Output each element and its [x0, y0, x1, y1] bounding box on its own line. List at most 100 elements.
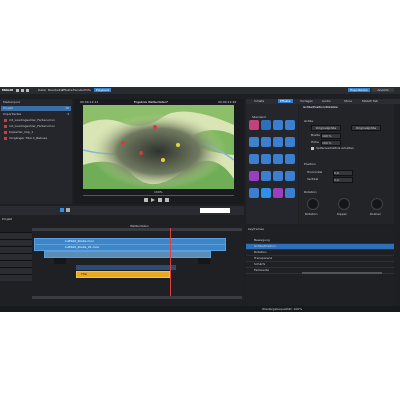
stop-icon[interactable]	[158, 198, 162, 202]
pan-tile[interactable]	[249, 137, 259, 147]
black-clip-1[interactable]	[54, 258, 66, 264]
zoom-level: 100%	[154, 190, 163, 194]
brightness-tile[interactable]	[273, 120, 283, 130]
keyframe-row-label: Bewegung	[254, 238, 270, 242]
effects-panel: Inhalte Effekte Vorlagen Audio Store MAG…	[246, 99, 400, 224]
speed-tile[interactable]	[273, 137, 283, 147]
map-marker	[176, 143, 180, 147]
media-item-imported[interactable]: Importiertes 4	[1, 112, 71, 117]
tab-templates[interactable]: Vorlagen	[300, 99, 313, 103]
title-track-clip[interactable]	[76, 265, 176, 270]
magic-tile[interactable]	[273, 188, 283, 198]
timeline-track[interactable]	[0, 232, 32, 239]
mirror-tile[interactable]	[273, 171, 283, 181]
menu-item-playback[interactable]: Playback	[94, 88, 112, 92]
horizontal-field[interactable]: 0,0	[333, 170, 353, 176]
media-item-clip-2[interactable]: rot_Loadingsuhler_Farben.mov	[1, 124, 71, 129]
aspect-checkbox[interactable]	[311, 147, 314, 150]
tab-magix[interactable]: MAGIX Tab	[362, 99, 378, 103]
export-button[interactable]: Exportieren	[348, 88, 370, 92]
timeline-track[interactable]	[0, 253, 32, 260]
tab-contents[interactable]: Inhalte	[254, 99, 264, 103]
save-icon[interactable]	[26, 89, 29, 92]
map-marker	[161, 158, 165, 162]
map-video-frame	[83, 105, 234, 189]
section-position: Position	[304, 162, 316, 166]
timeline-track[interactable]	[0, 239, 32, 246]
new-file-icon[interactable]	[16, 89, 19, 92]
color-tile[interactable]	[261, 120, 271, 130]
paint-tile[interactable]	[249, 171, 259, 181]
video-clip-2[interactable]: Luftbild_Route_01.mov	[34, 244, 226, 251]
width-field[interactable]: 100 %	[321, 133, 341, 139]
app-logo: MAGIX	[2, 88, 14, 92]
media-item-clip-4[interactable]: Vorgänger Titel 4_Bebuss	[1, 136, 71, 141]
extra-tile[interactable]	[285, 188, 295, 198]
prev-frame-icon[interactable]	[144, 198, 148, 202]
vertical-field[interactable]: 0,0	[333, 177, 353, 183]
keyframe-scrollbar[interactable]	[302, 272, 382, 274]
select-tool-icon[interactable]	[60, 208, 64, 212]
time-tile[interactable]	[261, 154, 271, 164]
width-label: Breite	[311, 133, 320, 137]
mask-tile[interactable]	[285, 137, 295, 147]
transition-tile[interactable]	[249, 188, 259, 198]
keyframe-row-label: Rotation	[254, 250, 267, 254]
preview-scrubber[interactable]	[83, 195, 234, 196]
black-clip-2[interactable]	[198, 258, 210, 264]
original-size-button-1[interactable]: Originalgröße	[311, 125, 341, 131]
playback-quality: Wiedergabequalität: 100%	[262, 307, 303, 311]
menu-item-file[interactable]: Datei	[38, 88, 46, 92]
keyframes-header: Keyframes	[248, 227, 264, 231]
preview-title: Ergebnis Wetterdaten*	[134, 100, 169, 104]
timeline-track[interactable]	[0, 274, 32, 281]
rotation-dial[interactable]	[307, 198, 319, 210]
frame-tile[interactable]	[261, 171, 271, 181]
tilt-dial[interactable]	[338, 198, 350, 210]
menu-item-effects[interactable]: Effekte	[62, 88, 73, 92]
size-tile[interactable]	[261, 137, 271, 147]
tab-audio[interactable]: Audio	[322, 99, 331, 103]
turn-dial[interactable]	[371, 198, 383, 210]
stabilize-tile[interactable]	[249, 154, 259, 164]
film-tile[interactable]	[273, 154, 283, 164]
tab-store[interactable]: Store	[344, 99, 352, 103]
tab-effects[interactable]: Effekte	[278, 99, 293, 103]
media-item-project[interactable]: Projekt 36	[1, 106, 71, 111]
light-tile[interactable]	[285, 171, 295, 181]
turn-dial-label: Drehen	[370, 212, 381, 216]
keyframe-row-label: Schärfe	[254, 262, 266, 266]
video-clip-3[interactable]	[44, 251, 211, 258]
media-item-clip-1[interactable]: rot_Loadingsuhler_Farben.mov	[1, 118, 71, 123]
horizontal-label: Horizontal	[307, 170, 323, 174]
play-icon[interactable]	[151, 198, 155, 202]
keyframe-row-label: Farbwerte	[254, 268, 269, 272]
map-marker	[153, 125, 157, 129]
gold-title-clip[interactable]: Titel	[76, 271, 170, 278]
menu-item-window[interactable]: Fenster	[73, 88, 84, 92]
timeline-scrollbar[interactable]	[32, 296, 242, 299]
rotation-dial-label: Rotation	[305, 212, 318, 216]
blur-tile[interactable]	[285, 154, 295, 164]
timeline-track[interactable]	[0, 267, 32, 274]
view-button[interactable]: Ansicht	[372, 88, 394, 92]
next-frame-icon[interactable]	[165, 198, 169, 202]
timeline-track[interactable]	[0, 246, 32, 253]
open-file-icon[interactable]	[21, 89, 24, 92]
media-item-clip-3[interactable]: Kopierter_Clip_1	[1, 130, 71, 135]
playhead[interactable]	[170, 228, 171, 298]
camera-tile[interactable]	[285, 120, 295, 130]
timeline-track[interactable]	[0, 260, 32, 267]
map-marker	[139, 151, 143, 155]
menu-item-help[interactable]: Hilfe	[84, 88, 91, 92]
original-size-button-2[interactable]: Originalgröße	[351, 125, 381, 131]
cut-tool-icon[interactable]	[66, 208, 70, 212]
height-label: Höhe	[311, 140, 319, 144]
timeline-search-input[interactable]	[200, 208, 230, 213]
text-tile[interactable]	[249, 120, 259, 130]
effects-category: Standard	[252, 115, 266, 119]
timeline-ruler[interactable]	[32, 228, 242, 231]
select-tile[interactable]	[261, 188, 271, 198]
video-icon	[4, 137, 7, 140]
section-size: Größe	[304, 119, 314, 123]
